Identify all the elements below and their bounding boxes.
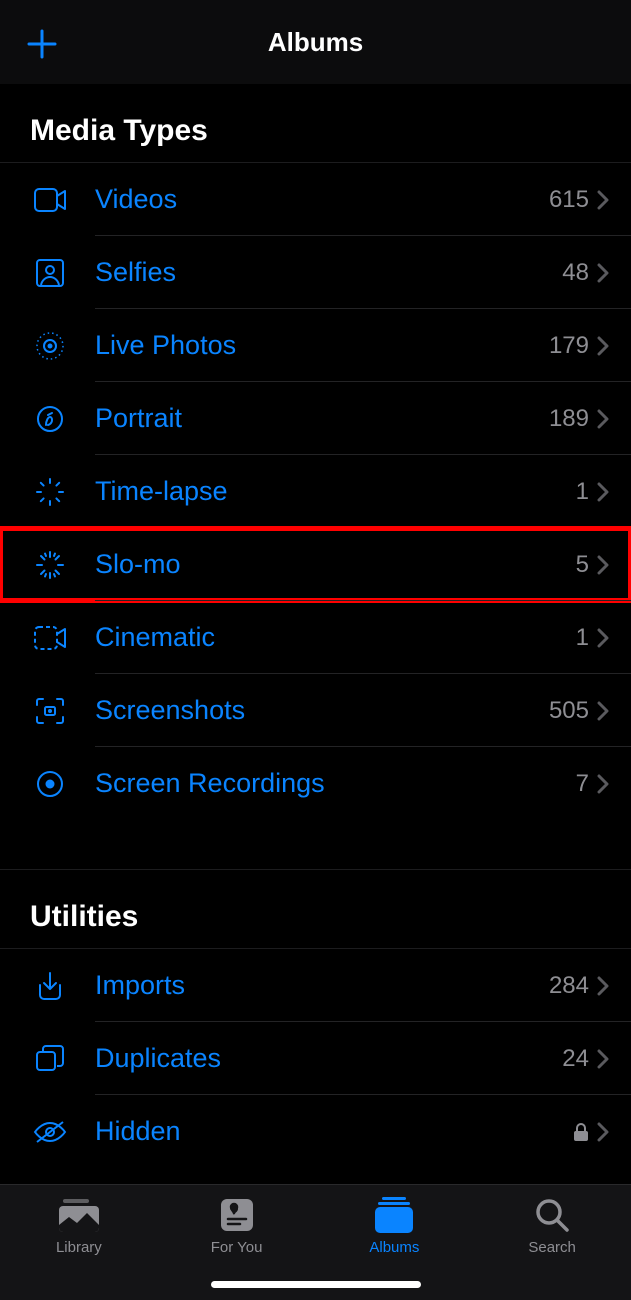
row-label: Slo-mo [95, 549, 576, 580]
tab-library[interactable]: Library [0, 1195, 158, 1256]
row-label: Time-lapse [95, 476, 576, 507]
chevron-right-icon [597, 701, 609, 721]
livephoto-icon [35, 331, 65, 361]
albums-icon [373, 1197, 415, 1233]
tab-label: Albums [369, 1239, 419, 1256]
timelapse-icon [35, 477, 65, 507]
row-count: 615 [549, 186, 589, 214]
row-live-photos[interactable]: Live Photos 179 [0, 309, 631, 382]
screen-recording-icon [36, 770, 64, 798]
row-count: 179 [549, 332, 589, 360]
row-label: Imports [95, 970, 549, 1001]
nav-bar: Albums [0, 0, 631, 84]
row-count: 1 [576, 624, 589, 652]
page-title: Albums [0, 27, 631, 58]
row-videos[interactable]: Videos 615 [0, 163, 631, 236]
row-screenshots[interactable]: Screenshots 505 [0, 674, 631, 747]
library-icon [57, 1197, 101, 1233]
duplicates-icon [35, 1044, 65, 1074]
row-portrait[interactable]: Portrait 189 [0, 382, 631, 455]
chevron-right-icon [597, 409, 609, 429]
row-slo-mo[interactable]: Slo-mo 5 [0, 528, 631, 601]
tab-for-you[interactable]: For You [158, 1195, 316, 1256]
row-label: Selfies [95, 257, 562, 288]
media-types-header: Media Types [0, 84, 631, 162]
chevron-right-icon [597, 482, 609, 502]
chevron-right-icon [597, 1049, 609, 1069]
row-cinematic[interactable]: Cinematic 1 [0, 601, 631, 674]
screenshot-icon [35, 697, 65, 725]
row-label: Live Photos [95, 330, 549, 361]
utilities-header: Utilities [0, 870, 631, 948]
row-label: Cinematic [95, 622, 576, 653]
search-icon [534, 1197, 570, 1233]
row-count: 505 [549, 697, 589, 725]
row-count: 189 [549, 405, 589, 433]
chevron-right-icon [597, 774, 609, 794]
chevron-right-icon [597, 628, 609, 648]
person-square-icon [36, 259, 64, 287]
row-label: Screen Recordings [95, 768, 576, 799]
plus-icon [26, 28, 58, 60]
add-button[interactable] [26, 28, 58, 60]
chevron-right-icon [597, 1122, 609, 1142]
utilities-list: Imports 284 Duplicates 24 Hidden [0, 948, 631, 1168]
slowmo-icon [35, 550, 65, 580]
row-hidden[interactable]: Hidden [0, 1095, 631, 1168]
content: Media Types Videos 615 Selfies 48 Live P… [0, 84, 631, 1168]
row-label: Screenshots [95, 695, 549, 726]
row-count: 5 [576, 551, 589, 579]
chevron-right-icon [597, 555, 609, 575]
row-time-lapse[interactable]: Time-lapse 1 [0, 455, 631, 528]
row-label: Portrait [95, 403, 549, 434]
tab-albums[interactable]: Albums [316, 1195, 474, 1256]
row-label: Duplicates [95, 1043, 562, 1074]
eye-slash-icon [33, 1120, 67, 1144]
for-you-icon [219, 1197, 255, 1233]
portrait-icon [36, 405, 64, 433]
row-screen-recordings[interactable]: Screen Recordings 7 [0, 747, 631, 820]
tab-search[interactable]: Search [473, 1195, 631, 1256]
row-count: 7 [576, 770, 589, 798]
video-icon [34, 188, 66, 212]
chevron-right-icon [597, 190, 609, 210]
tab-label: For You [211, 1239, 263, 1256]
row-label: Hidden [95, 1116, 573, 1147]
cinematic-icon [34, 626, 66, 650]
chevron-right-icon [597, 263, 609, 283]
import-icon [36, 971, 64, 1001]
row-count: 24 [562, 1045, 589, 1073]
media-types-list: Videos 615 Selfies 48 Live Photos 179 Po… [0, 162, 631, 820]
chevron-right-icon [597, 976, 609, 996]
tab-label: Library [56, 1239, 102, 1256]
row-duplicates[interactable]: Duplicates 24 [0, 1022, 631, 1095]
home-indicator[interactable] [211, 1281, 421, 1288]
row-count: 1 [576, 478, 589, 506]
tab-bar: Library For You Albums Search [0, 1184, 631, 1300]
row-label: Videos [95, 184, 549, 215]
tab-label: Search [528, 1239, 576, 1256]
row-imports[interactable]: Imports 284 [0, 949, 631, 1022]
row-count: 284 [549, 972, 589, 1000]
row-count: 48 [562, 259, 589, 287]
row-selfies[interactable]: Selfies 48 [0, 236, 631, 309]
chevron-right-icon [597, 336, 609, 356]
lock-icon [573, 1122, 589, 1142]
